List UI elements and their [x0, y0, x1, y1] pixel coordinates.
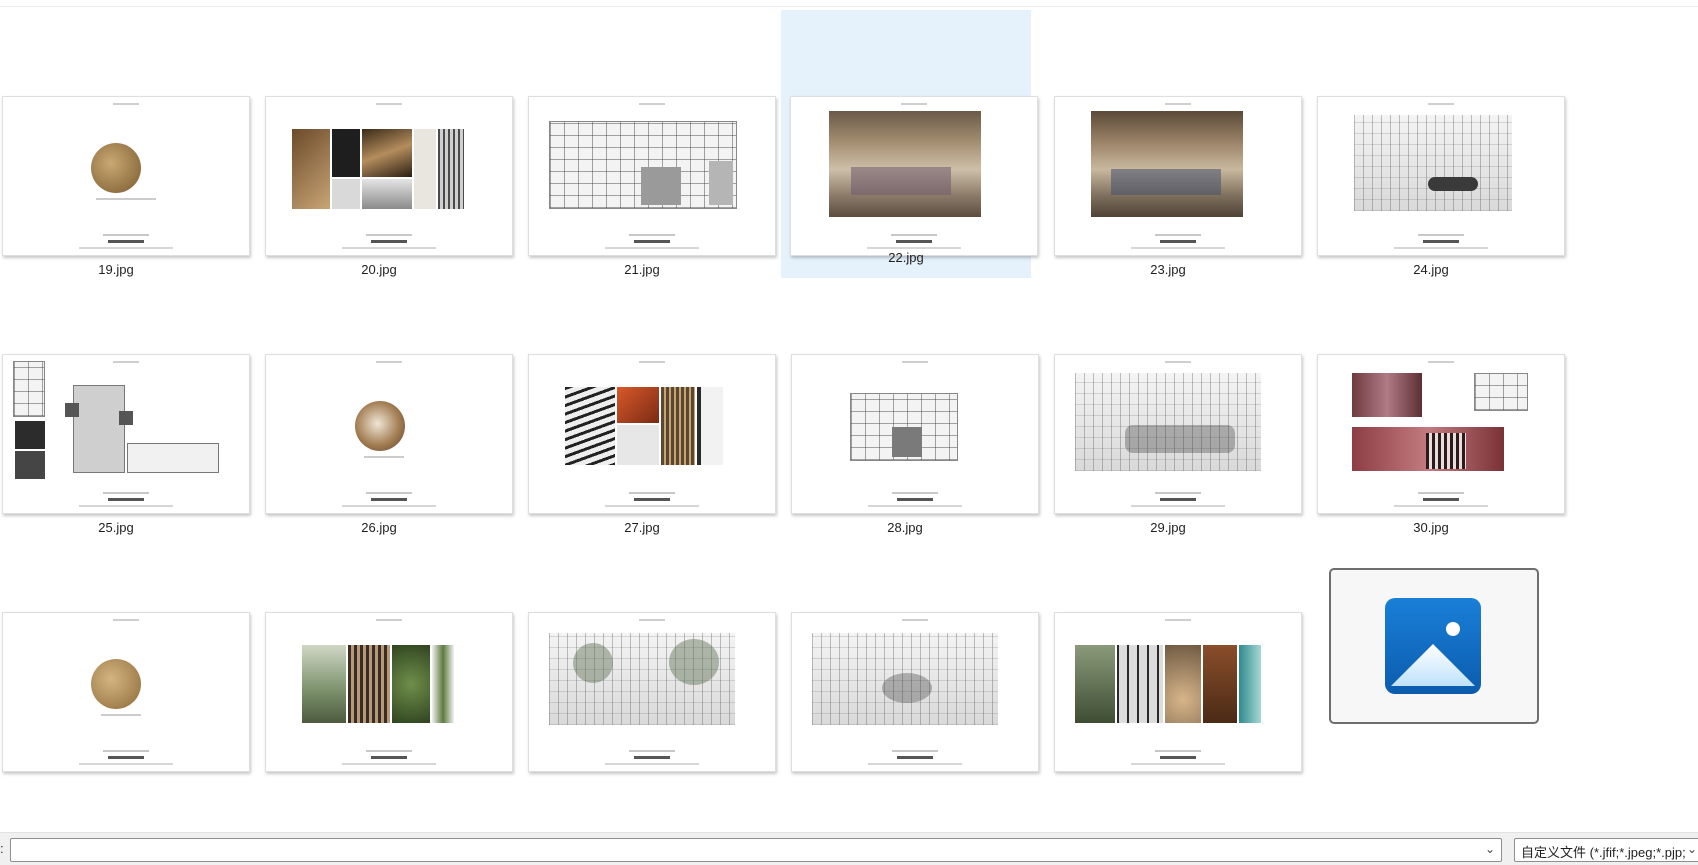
thumbnail [2, 354, 250, 514]
thumbnail [791, 612, 1039, 772]
file-tile-29[interactable]: 29.jpg [1052, 262, 1324, 540]
thumbnail [1317, 96, 1565, 256]
thumbnail [791, 354, 1039, 514]
file-tile-19[interactable]: 19.jpg [0, 4, 272, 282]
file-tile[interactable] [1052, 520, 1324, 798]
sketch-drawing [1354, 115, 1512, 211]
thumbnail [528, 354, 776, 514]
gold-circle-image [91, 659, 141, 709]
file-dialog-bottom-bar: : ⌄ 自定义文件 (*.jfif;*.jpeg;*.pjp;* ⌄ [0, 832, 1698, 865]
file-tile-27[interactable]: 27.jpg [526, 262, 798, 540]
thumbnail [265, 96, 513, 256]
file-tile[interactable] [526, 520, 798, 798]
sketch-drawing [1075, 373, 1261, 471]
chevron-down-icon[interactable]: ⌄ [1485, 842, 1495, 856]
thumbnail [1054, 354, 1302, 514]
photos-app-icon [1385, 598, 1481, 694]
thumbnail [1317, 354, 1565, 514]
file-name-label-tail: : [0, 841, 4, 856]
file-grid: 19.jpg 20.jpg 21.jpg 22.jpg 23.jpg 24.jp… [0, 0, 1698, 832]
file-tile[interactable] [789, 520, 1061, 798]
file-tile-24[interactable]: 24.jpg [1315, 4, 1587, 282]
thumbnail [2, 612, 250, 772]
interior-render [829, 111, 981, 217]
thumbnail [528, 612, 776, 772]
thumbnail [1054, 96, 1302, 256]
file-tile-28[interactable]: 28.jpg [789, 262, 1061, 540]
file-tile-30[interactable]: 30.jpg [1315, 262, 1587, 540]
brown-circle-image [355, 401, 405, 451]
file-name-input[interactable]: ⌄ [10, 838, 1502, 862]
file-tile-26[interactable]: 26.jpg [263, 262, 535, 540]
file-tile[interactable] [263, 520, 535, 798]
file-tile-21[interactable]: 21.jpg [526, 4, 798, 282]
chevron-down-icon[interactable]: ⌄ [1684, 842, 1697, 856]
file-tile-25[interactable]: 25.jpg [0, 262, 272, 540]
file-type-filter-select[interactable]: 自定义文件 (*.jfif;*.jpeg;*.pjp;* ⌄ [1514, 838, 1698, 862]
thumbnail [1054, 612, 1302, 772]
thumbnail [790, 96, 1038, 256]
thumbnail [265, 612, 513, 772]
thumbnail [2, 96, 250, 256]
gold-circle-image [91, 143, 141, 193]
file-tile[interactable] [0, 520, 272, 798]
interior-render [1091, 111, 1243, 217]
file-tile-photos[interactable] [1315, 520, 1587, 798]
file-tile-23[interactable]: 23.jpg [1052, 4, 1324, 282]
file-tile-20[interactable]: 20.jpg [263, 4, 535, 282]
focused-file-tile[interactable] [1329, 568, 1539, 724]
thumbnail [528, 96, 776, 256]
file-tile-22[interactable]: 22.jpg [781, 10, 1038, 278]
file-type-filter-value: 自定义文件 (*.jfif;*.jpeg;*.pjp;* [1521, 845, 1691, 860]
thumbnail [265, 354, 513, 514]
